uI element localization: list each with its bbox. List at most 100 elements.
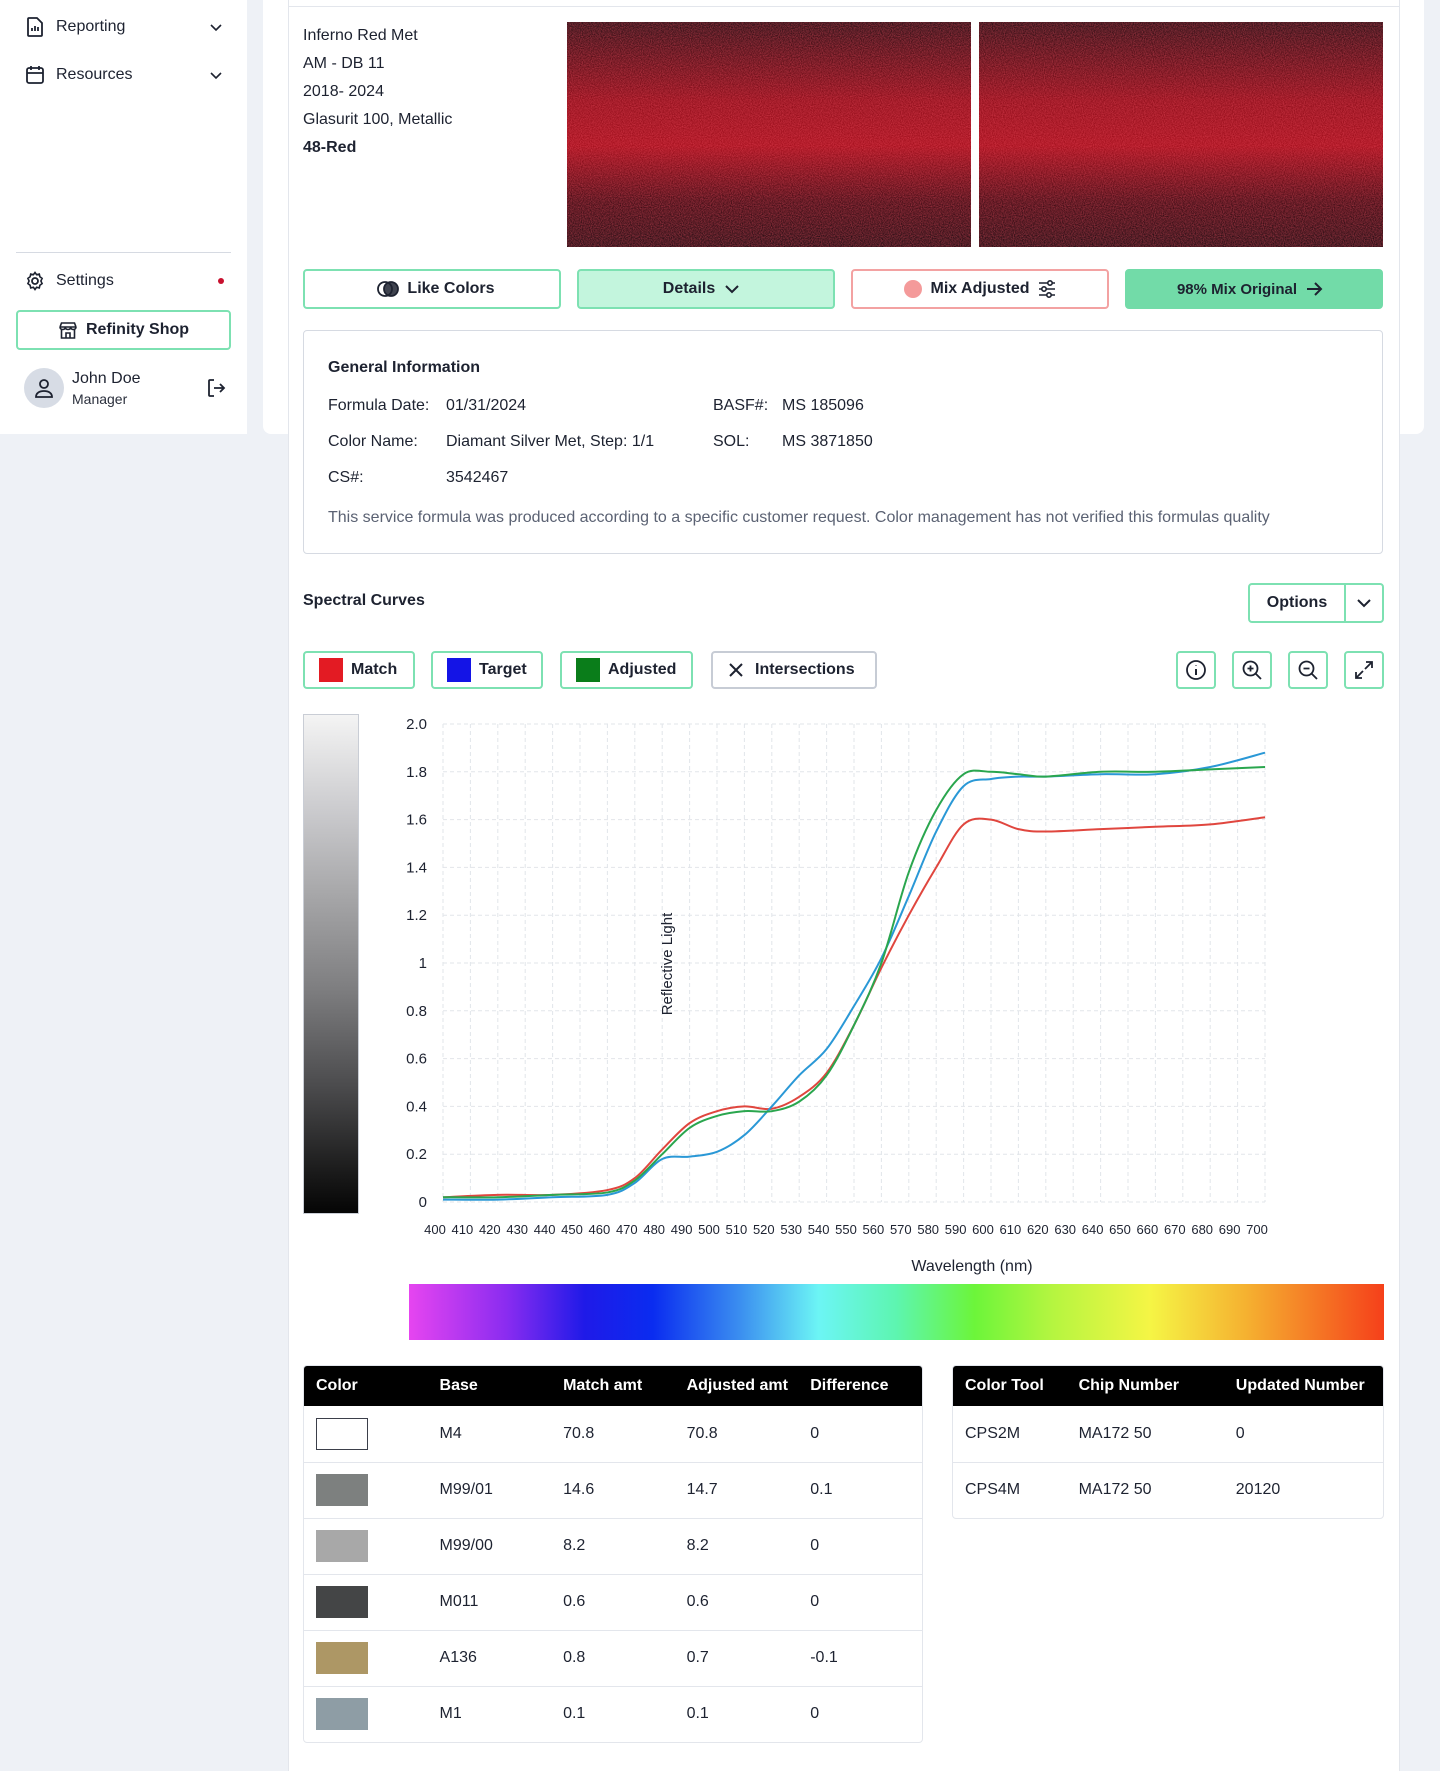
cell-adjusted: 14.7 [674,1462,799,1519]
cell-tool: CPS4M [965,1481,1021,1499]
x-tick-label: 510 [726,1222,748,1237]
sidebar-item-resources[interactable]: Resources [24,60,224,90]
y-tick-label: 0.6 [406,1051,427,1068]
cell-match: 0.8 [551,1630,675,1687]
refinity-shop-button[interactable]: Refinity Shop [16,310,231,350]
y-tick-label: 1 [419,955,427,972]
zoom-out-button[interactable] [1288,651,1328,689]
y-tick-label: 1.6 [406,812,427,829]
table-row: M1 0.1 0.1 0 [304,1686,922,1742]
base-table-header: Base [427,1366,552,1406]
report-file-icon [24,16,46,38]
x-tick-label: 570 [890,1222,912,1237]
details-button[interactable]: Details [577,269,835,309]
x-tick-label: 540 [808,1222,830,1237]
chevron-down-icon [1357,599,1371,608]
color-chip [316,1642,368,1674]
intersections-toggle[interactable]: Intersections [711,651,877,689]
color-cell [304,1518,428,1575]
base-table-header: Difference [798,1366,922,1406]
x-tick-label: 630 [1054,1222,1076,1237]
logout-icon[interactable] [205,376,229,400]
x-tick-label: 700 [1246,1222,1268,1237]
sidebar-divider [16,252,231,253]
chart-info-button[interactable] [1176,651,1216,689]
mix-original-button[interactable]: 98% Mix Original [1125,269,1383,309]
color-tool-table: Color Tool Chip Number Updated Number CPS2… [952,1365,1384,1519]
cell-adjusted: 8.2 [674,1518,799,1575]
table-row: M4 70.8 70.8 0 [304,1406,922,1463]
basf-label: BASF#: [713,397,769,414]
cell-base: M4 [427,1406,552,1463]
cell-match: 8.2 [551,1518,675,1575]
fullscreen-button[interactable] [1344,651,1384,689]
options-label[interactable]: Options [1250,585,1346,621]
zoom-in-button[interactable] [1232,651,1272,689]
x-tick-label: 690 [1219,1222,1241,1237]
paint-years: 2018- 2024 [303,83,384,100]
like-colors-button[interactable]: Like Colors [303,269,561,309]
cell-updated: 20120 [1235,1481,1281,1499]
paint-line: Glasurit 100, Metallic [303,111,453,128]
table-row: CPS2M MA172 50 0 [953,1406,1383,1463]
color-chip [316,1417,368,1450]
x-tick-label: 580 [917,1222,939,1237]
cell-match: 0.6 [551,1574,675,1631]
cs-value: 3542467 [446,469,509,486]
x-tick-label: 490 [671,1222,693,1237]
y-tick-label: 0.4 [406,1098,427,1115]
legend-match-label: Match [351,661,398,678]
cell-adjusted: 0.6 [674,1574,799,1631]
spectral-curves-chart: 00.20.40.60.811.21.41.61.82.0 400 410 420 4… [406,716,1268,1275]
x-tick-label: 590 [945,1222,967,1237]
table-row: A136 0.8 0.7 -0.1 [304,1630,922,1687]
sidebar: Reporting Resources Settings Refinity Sh… [0,0,247,434]
y-axis-ticks: 0 0.2 0.4 0.6 0.8 1 1.2 1.4 1.6 1.8 2.0 [406,716,427,1211]
color-dot-icon [903,279,923,299]
base-table: Color Base Match amt Adjusted amt Difference… [303,1365,923,1743]
options-dropdown[interactable]: Options [1248,583,1384,623]
overlap-circles-icon [377,280,400,298]
avatar[interactable] [24,368,64,408]
sidebar-item-label: Settings [56,272,114,289]
x-tick-label: 610 [1000,1222,1022,1237]
sidebar-item-settings[interactable]: Settings [24,266,224,296]
x-tick-label: 530 [780,1222,802,1237]
arrow-right-icon [1305,280,1323,298]
chevron-down-icon [723,280,741,298]
sidebar-item-label: Reporting [56,18,126,35]
base-table-header: Match amt [551,1366,675,1406]
x-tick-label: 550 [835,1222,857,1237]
top-divider [289,6,1399,7]
y-tick-label: 0 [419,1194,427,1211]
x-tick-label: 420 [479,1222,501,1237]
zoom-out-icon [1298,660,1318,680]
notification-dot [218,278,224,284]
legend-target-toggle[interactable]: Target [431,651,543,689]
sidebar-item-reporting[interactable]: Reporting [24,12,224,42]
color-chip [316,1586,368,1618]
y-axis-label: Reflective Light [659,912,676,1015]
sol-label: SOL: [713,433,750,450]
color-chip [316,1530,368,1562]
legend-adjusted-toggle[interactable]: Adjusted [560,651,693,689]
cell-chip: MA172 50 [1078,1481,1152,1499]
main-content: Inferno Red Met AM - DB 11 2018- 2024 Gl… [288,0,1400,1771]
cell-diff: 0 [798,1518,922,1575]
y-tick-label: 2.0 [406,716,427,733]
y-tick-label: 1.8 [406,764,427,781]
sliders-icon [1037,279,1057,299]
color-chip [316,1698,368,1731]
legend-match-toggle[interactable]: Match [303,651,415,689]
cs-label: CS#: [328,469,364,486]
options-toggle[interactable] [1346,585,1382,621]
zoom-in-icon [1242,660,1262,680]
mix-adjusted-button[interactable]: Mix Adjusted [851,269,1109,309]
legend-target-label: Target [479,661,527,678]
info-icon [1186,660,1206,680]
base-table-header: Color [304,1366,428,1406]
user-profile: John Doe Manager [24,366,229,410]
color-cell [304,1462,428,1519]
x-axis-ticks: 400 410 420 430 440 450 460 470 480 490 500 510 520 5… [424,1222,1268,1237]
x-tick-label: 450 [561,1222,583,1237]
